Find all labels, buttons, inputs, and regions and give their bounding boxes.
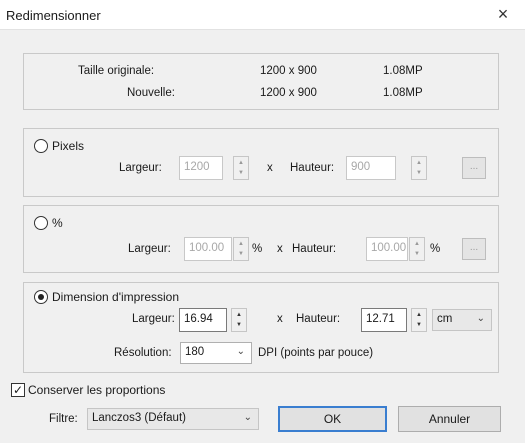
resolution-unit: DPI (points par pouce) — [258, 347, 374, 359]
percent-height-spinner[interactable]: ▲ ▼ — [409, 237, 425, 261]
new-size-label: Nouvelle: — [127, 87, 175, 99]
spin-down-icon: ▼ — [416, 322, 422, 328]
pixels-width-spinner[interactable]: ▲ ▼ — [233, 156, 249, 180]
percent-width-input[interactable]: 100.00 — [184, 237, 232, 261]
pixels-height-spinner[interactable]: ▲ ▼ — [411, 156, 427, 180]
spin-down-icon: ▼ — [238, 170, 244, 176]
size-info-group: Taille originale: 1200 x 900 1.08MP Nouv… — [23, 53, 499, 110]
percent-height-input[interactable]: 100.00 — [366, 237, 408, 261]
new-size-value: 1200 x 900 — [260, 87, 317, 99]
filter-value: Lanczos3 (Défaut) — [92, 412, 186, 424]
ok-button[interactable]: OK — [278, 406, 387, 432]
close-icon[interactable]: × — [481, 0, 525, 30]
resolution-label: Résolution: — [114, 347, 172, 359]
print-width-spinner[interactable]: ▲ ▼ — [231, 308, 247, 332]
pixels-radio-label: Pixels — [52, 139, 85, 153]
spin-up-icon: ▲ — [238, 241, 244, 247]
filter-select[interactable]: Lanczos3 (Défaut) ⌄ — [87, 408, 259, 430]
original-megapixels: 1.08MP — [383, 65, 423, 77]
keep-proportions-checkbox[interactable]: ✓ — [11, 383, 25, 397]
pixels-width-input[interactable]: 1200 — [179, 156, 223, 180]
spin-up-icon: ▲ — [416, 160, 422, 166]
cancel-button[interactable]: Annuler — [398, 406, 501, 432]
window-title: Redimensionner — [6, 8, 101, 23]
pixels-more-button[interactable]: ... — [462, 157, 486, 179]
print-width-label: Largeur: — [132, 313, 175, 325]
pixels-radio[interactable] — [34, 139, 48, 153]
print-unit-select[interactable]: cm ⌄ — [432, 309, 492, 331]
spin-down-icon: ▼ — [416, 170, 422, 176]
chevron-down-icon: ⌄ — [243, 412, 252, 423]
percent-radio-label: % — [52, 216, 63, 230]
filter-label: Filtre: — [49, 413, 78, 425]
percent-width-spinner[interactable]: ▲ ▼ — [233, 237, 249, 261]
spin-down-icon: ▼ — [236, 322, 242, 328]
spin-down-icon: ▼ — [238, 251, 244, 257]
print-times-sign: x — [277, 313, 283, 325]
print-width-input[interactable]: 16.94 — [179, 308, 227, 332]
print-height-input[interactable]: 12.71 — [361, 308, 407, 332]
resolution-select[interactable]: 180 ⌄ — [180, 342, 252, 364]
percent-height-unit: % — [430, 243, 441, 255]
print-height-spinner[interactable]: ▲ ▼ — [411, 308, 427, 332]
print-size-radio[interactable] — [34, 290, 48, 304]
spin-down-icon: ▼ — [414, 251, 420, 257]
percent-times-sign: x — [277, 243, 283, 255]
print-height-label: Hauteur: — [296, 313, 341, 325]
print-size-group: Dimension d'impression Largeur: 16.94 ▲ … — [23, 282, 499, 373]
spin-up-icon: ▲ — [236, 312, 242, 318]
spin-up-icon: ▲ — [416, 312, 422, 318]
percent-width-label: Largeur: — [128, 243, 171, 255]
percent-height-label: Hauteur: — [292, 243, 337, 255]
title-bar: Redimensionner × — [0, 0, 525, 30]
pixels-times-sign: x — [267, 162, 273, 174]
pixels-height-input[interactable]: 900 — [346, 156, 396, 180]
original-size-label: Taille originale: — [78, 65, 155, 77]
percent-width-unit: % — [252, 243, 263, 255]
percent-group: % Largeur: 100.00 ▲ ▼ % x Hauteur: 100.0… — [23, 205, 499, 273]
pixels-group: Pixels Largeur: 1200 ▲ ▼ x Hauteur: 900 … — [23, 128, 499, 197]
percent-more-button[interactable]: ... — [462, 238, 486, 260]
resolution-value: 180 — [185, 346, 205, 358]
pixels-width-label: Largeur: — [119, 162, 162, 174]
spin-up-icon: ▲ — [414, 241, 420, 247]
print-unit-value: cm — [437, 313, 453, 325]
keep-proportions-label: Conserver les proportions — [28, 383, 166, 397]
chevron-down-icon: ⌄ — [476, 313, 485, 324]
new-megapixels: 1.08MP — [383, 87, 423, 99]
original-size-value: 1200 x 900 — [260, 65, 317, 77]
chevron-down-icon: ⌄ — [236, 346, 245, 357]
pixels-height-label: Hauteur: — [290, 162, 335, 174]
print-size-radio-label: Dimension d'impression — [52, 290, 180, 304]
spin-up-icon: ▲ — [238, 160, 244, 166]
percent-radio[interactable] — [34, 216, 48, 230]
